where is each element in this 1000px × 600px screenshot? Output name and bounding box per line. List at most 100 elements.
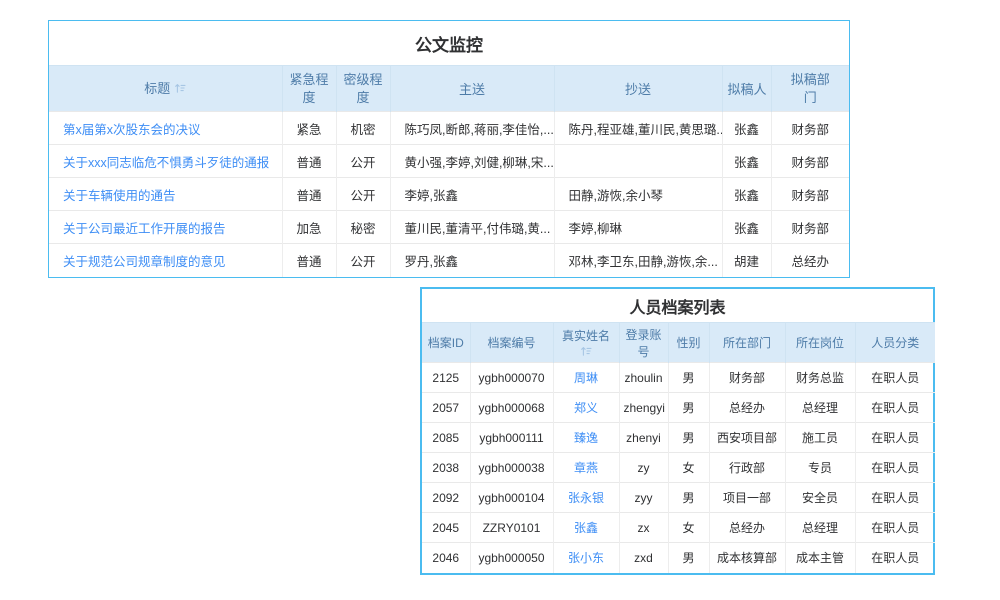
doc-col-dept-label: 拟稿部门: [790, 71, 830, 106]
dept-cell: 财务部: [771, 211, 849, 244]
doc-col-urgency: 紧急程度: [282, 66, 336, 112]
archive-id-cell: 2038: [422, 453, 470, 483]
to-cell: 李婷,张鑫: [390, 178, 554, 211]
table-row: 2046 ygbh000050 张小东 zxd 男 成本核算部 成本主管 在职人…: [422, 543, 935, 573]
to-cell: 黄小强,李婷,刘健,柳琳,宋...: [390, 145, 554, 178]
person-col-code: 档案编号: [470, 323, 553, 363]
doc-title-link[interactable]: 关于xxx同志临危不惧勇斗歹徒的通报: [49, 145, 282, 178]
person-name-link[interactable]: 张永银: [553, 483, 619, 513]
person-name-link[interactable]: 郑义: [553, 393, 619, 423]
doc-title-link[interactable]: 关于车辆使用的通告: [49, 178, 282, 211]
table-row: 2045 ZZRY0101 张鑫 zx 女 总经办 总经理 在职人员: [422, 513, 935, 543]
dept-cell: 总经办: [709, 393, 785, 423]
archive-id-cell: 2125: [422, 363, 470, 393]
doc-col-secrecy-label: 密级程度: [343, 71, 383, 106]
drafter-cell: 胡建: [722, 244, 771, 277]
post-cell: 财务总监: [785, 363, 855, 393]
gender-cell: 女: [668, 453, 709, 483]
dept-cell: 总经办: [709, 513, 785, 543]
category-cell: 在职人员: [855, 423, 935, 453]
doc-col-urgency-label: 紧急程度: [289, 71, 329, 106]
cc-cell: 邓林,李卫东,田静,游恢,余...: [554, 244, 722, 277]
drafter-cell: 张鑫: [722, 145, 771, 178]
post-cell: 施工员: [785, 423, 855, 453]
person-col-dept-label: 所在部门: [723, 336, 771, 350]
person-col-category: 人员分类: [855, 323, 935, 363]
dept-cell: 成本核算部: [709, 543, 785, 573]
account-cell: zy: [619, 453, 668, 483]
gender-cell: 女: [668, 513, 709, 543]
archive-code-cell: ygbh000038: [470, 453, 553, 483]
dept-cell: 财务部: [771, 145, 849, 178]
table-row: 2125 ygbh000070 周琳 zhoulin 男 财务部 财务总监 在职…: [422, 363, 935, 393]
archive-code-cell: ygbh000068: [470, 393, 553, 423]
table-row: 关于车辆使用的通告 普通 公开 李婷,张鑫 田静,游恢,余小琴 张鑫 财务部: [49, 178, 849, 211]
dept-cell: 财务部: [771, 112, 849, 145]
table-row: 2092 ygbh000104 张永银 zyy 男 项目一部 安全员 在职人员: [422, 483, 935, 513]
drafter-cell: 张鑫: [722, 178, 771, 211]
post-cell: 成本主管: [785, 543, 855, 573]
person-col-gender-label: 性别: [676, 336, 700, 350]
to-cell: 董川民,董清平,付伟璐,黄...: [390, 211, 554, 244]
to-cell: 罗丹,张鑫: [390, 244, 554, 277]
table-row: 关于规范公司规章制度的意见 普通 公开 罗丹,张鑫 邓林,李卫东,田静,游恢,余…: [49, 244, 849, 277]
sort-icon[interactable]: [174, 82, 186, 94]
person-col-account-label: 登录账号: [625, 328, 661, 359]
secrecy-cell: 公开: [336, 145, 390, 178]
person-col-post: 所在岗位: [785, 323, 855, 363]
person-col-id-label: 档案ID: [428, 336, 464, 350]
doc-title-link[interactable]: 关于公司最近工作开展的报告: [49, 211, 282, 244]
doc-title-link[interactable]: 关于规范公司规章制度的意见: [49, 244, 282, 277]
account-cell: zhengyi: [619, 393, 668, 423]
post-cell: 总经理: [785, 513, 855, 543]
category-cell: 在职人员: [855, 363, 935, 393]
person-col-category-label: 人员分类: [871, 336, 919, 350]
gender-cell: 男: [668, 483, 709, 513]
doc-col-cc: 抄送: [554, 66, 722, 112]
doc-col-title[interactable]: 标题: [49, 66, 282, 112]
doc-col-secrecy: 密级程度: [336, 66, 390, 112]
category-cell: 在职人员: [855, 483, 935, 513]
person-col-dept: 所在部门: [709, 323, 785, 363]
archive-code-cell: ygbh000050: [470, 543, 553, 573]
person-name-link[interactable]: 张小东: [553, 543, 619, 573]
doc-title-link[interactable]: 第x届第x次股东会的决议: [49, 112, 282, 145]
cc-cell: 田静,游恢,余小琴: [554, 178, 722, 211]
archive-id-cell: 2046: [422, 543, 470, 573]
category-cell: 在职人员: [855, 513, 935, 543]
doc-col-drafter-label: 拟稿人: [728, 82, 767, 97]
archive-id-cell: 2045: [422, 513, 470, 543]
person-col-account: 登录账号: [619, 323, 668, 363]
to-cell: 陈巧凤,断郎,蒋丽,李佳怡,...: [390, 112, 554, 145]
dept-cell: 财务部: [709, 363, 785, 393]
secrecy-cell: 公开: [336, 178, 390, 211]
gender-cell: 男: [668, 423, 709, 453]
category-cell: 在职人员: [855, 453, 935, 483]
person-name-link[interactable]: 章燕: [553, 453, 619, 483]
personnel-archive-panel: 人员档案列表 档案ID 档案编号 真实姓名: [420, 287, 935, 575]
person-name-link[interactable]: 周琳: [553, 363, 619, 393]
archive-code-cell: ygbh000111: [470, 423, 553, 453]
urgency-cell: 普通: [282, 244, 336, 277]
doc-header-row: 标题 紧急程度 密级程度 主送 抄送 拟稿人 拟稿部门: [49, 66, 849, 112]
cc-cell: [554, 145, 722, 178]
category-cell: 在职人员: [855, 543, 935, 573]
dept-cell: 行政部: [709, 453, 785, 483]
personnel-archive-title: 人员档案列表: [422, 289, 933, 322]
document-monitor-panel: 公文监控 标题 紧急程: [48, 20, 850, 278]
dept-cell: 项目一部: [709, 483, 785, 513]
archive-code-cell: ZZRY0101: [470, 513, 553, 543]
doc-col-drafter: 拟稿人: [722, 66, 771, 112]
urgency-cell: 紧急: [282, 112, 336, 145]
person-col-post-label: 所在岗位: [796, 336, 844, 350]
sort-icon[interactable]: [580, 345, 592, 357]
drafter-cell: 张鑫: [722, 112, 771, 145]
post-cell: 专员: [785, 453, 855, 483]
person-col-name[interactable]: 真实姓名: [553, 323, 619, 363]
person-name-link[interactable]: 臻逸: [553, 423, 619, 453]
account-cell: zhenyi: [619, 423, 668, 453]
table-row: 关于公司最近工作开展的报告 加急 秘密 董川民,董清平,付伟璐,黄... 李婷,…: [49, 211, 849, 244]
archive-id-cell: 2092: [422, 483, 470, 513]
doc-col-title-label: 标题: [144, 80, 170, 98]
person-name-link[interactable]: 张鑫: [553, 513, 619, 543]
